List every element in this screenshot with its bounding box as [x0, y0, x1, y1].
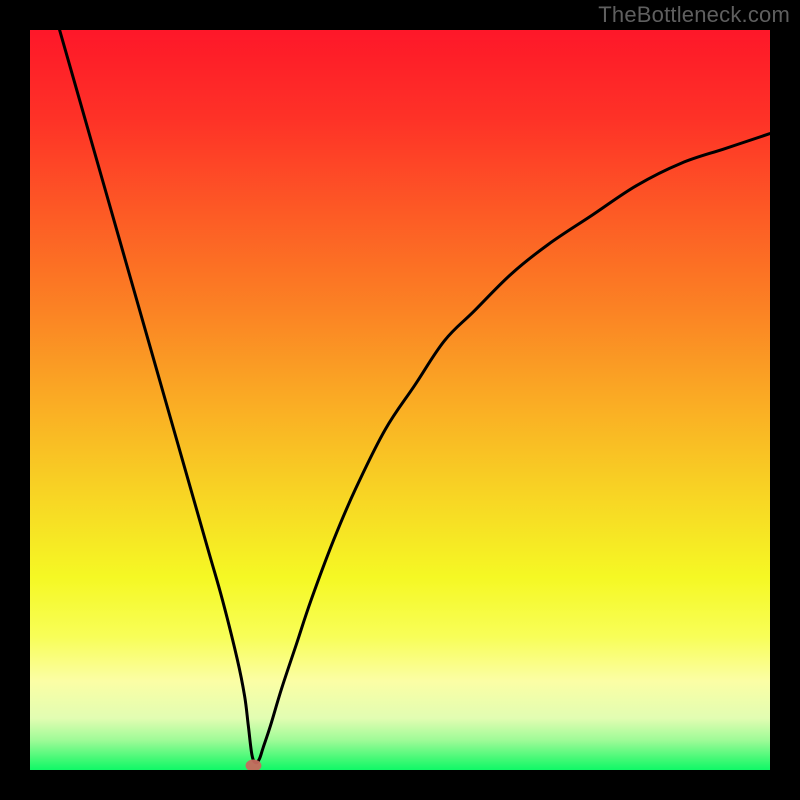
- watermark-text: TheBottleneck.com: [598, 2, 790, 28]
- bottleneck-chart: [30, 30, 770, 770]
- plot-background: [30, 30, 770, 770]
- chart-frame: TheBottleneck.com: [0, 0, 800, 800]
